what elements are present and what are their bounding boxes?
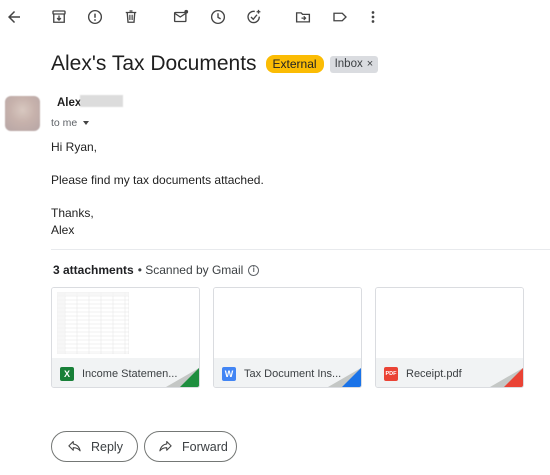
body-signature: Alex — [51, 223, 75, 237]
file-type-corner-icon — [166, 368, 199, 387]
forward-button[interactable]: Forward — [144, 431, 237, 462]
attachment-filename: Receipt.pdf — [406, 367, 462, 380]
add-to-tasks-icon — [247, 9, 261, 24]
more-options-icon — [371, 11, 375, 23]
spreadsheet-thumbnail — [57, 292, 129, 354]
label-button[interactable] — [328, 5, 352, 29]
attachment-preview — [52, 288, 199, 358]
attachment-card-income-statement[interactable]: X Income Statemen... — [51, 287, 200, 388]
attachments-header: 3 attachments • Scanned by Gmail i — [53, 263, 260, 277]
inbox-label-text: Inbox — [334, 57, 363, 70]
divider — [51, 249, 550, 250]
mark-unread-icon — [173, 9, 189, 23]
report-spam-button[interactable] — [83, 5, 107, 29]
reply-icon — [68, 440, 81, 452]
sender-avatar[interactable] — [5, 96, 40, 131]
attachment-preview — [214, 288, 361, 358]
move-to-button[interactable] — [291, 5, 315, 29]
scanned-by-gmail-label: • Scanned by Gmail — [137, 263, 244, 277]
move-to-icon — [295, 12, 311, 23]
body-greeting: Hi Ryan, — [51, 140, 98, 154]
forward-label: Forward — [182, 439, 228, 454]
recipient-details-toggle[interactable]: to me — [51, 117, 90, 129]
back-button[interactable] — [2, 5, 26, 29]
reply-button[interactable]: Reply — [51, 431, 138, 462]
pdf-file-icon: PDF — [384, 366, 398, 381]
email-subject: Alex's Tax Documents — [51, 52, 257, 75]
toolbar — [0, 0, 550, 34]
more-options-button[interactable] — [361, 5, 385, 29]
attachment-card-tax-document[interactable]: W Tax Document Ins... — [213, 287, 362, 388]
add-to-tasks-button[interactable] — [242, 5, 266, 29]
body-signoff: Thanks, — [51, 206, 94, 220]
inbox-label-chip[interactable]: Inbox × — [329, 55, 379, 73]
reply-label: Reply — [91, 439, 123, 454]
body-message: Please find my tax documents attached. — [51, 173, 264, 187]
file-type-corner-icon — [490, 368, 523, 387]
attachment-preview — [376, 288, 523, 358]
chevron-down-icon — [83, 121, 90, 125]
attachments-count: 3 attachments — [53, 263, 134, 277]
to-label: to me — [51, 117, 78, 129]
delete-icon — [125, 10, 137, 23]
file-type-corner-icon — [328, 368, 361, 387]
mark-unread-button[interactable] — [169, 5, 193, 29]
sheets-file-icon: X — [60, 366, 74, 381]
attachment-filename: Tax Document Ins... — [244, 367, 342, 380]
report-spam-icon — [87, 9, 103, 25]
attachment-card-receipt[interactable]: PDF Receipt.pdf — [375, 287, 524, 388]
archive-button[interactable] — [47, 5, 71, 29]
label-icon — [333, 12, 347, 22]
delete-button[interactable] — [119, 5, 143, 29]
forward-icon — [159, 440, 172, 452]
sender-email-redacted — [80, 95, 123, 107]
back-arrow-icon — [8, 11, 20, 23]
info-icon[interactable]: i — [248, 264, 260, 276]
sender-name[interactable]: Alex — [57, 97, 81, 109]
remove-label-icon[interactable]: × — [367, 58, 373, 71]
snooze-icon — [210, 9, 226, 25]
archive-icon — [52, 10, 66, 23]
external-badge: External — [265, 55, 324, 73]
snooze-button[interactable] — [206, 5, 230, 29]
attachment-filename: Income Statemen... — [82, 367, 178, 380]
docs-file-icon: W — [222, 366, 236, 381]
subject-row: Alex's Tax Documents External Inbox × — [51, 52, 379, 76]
